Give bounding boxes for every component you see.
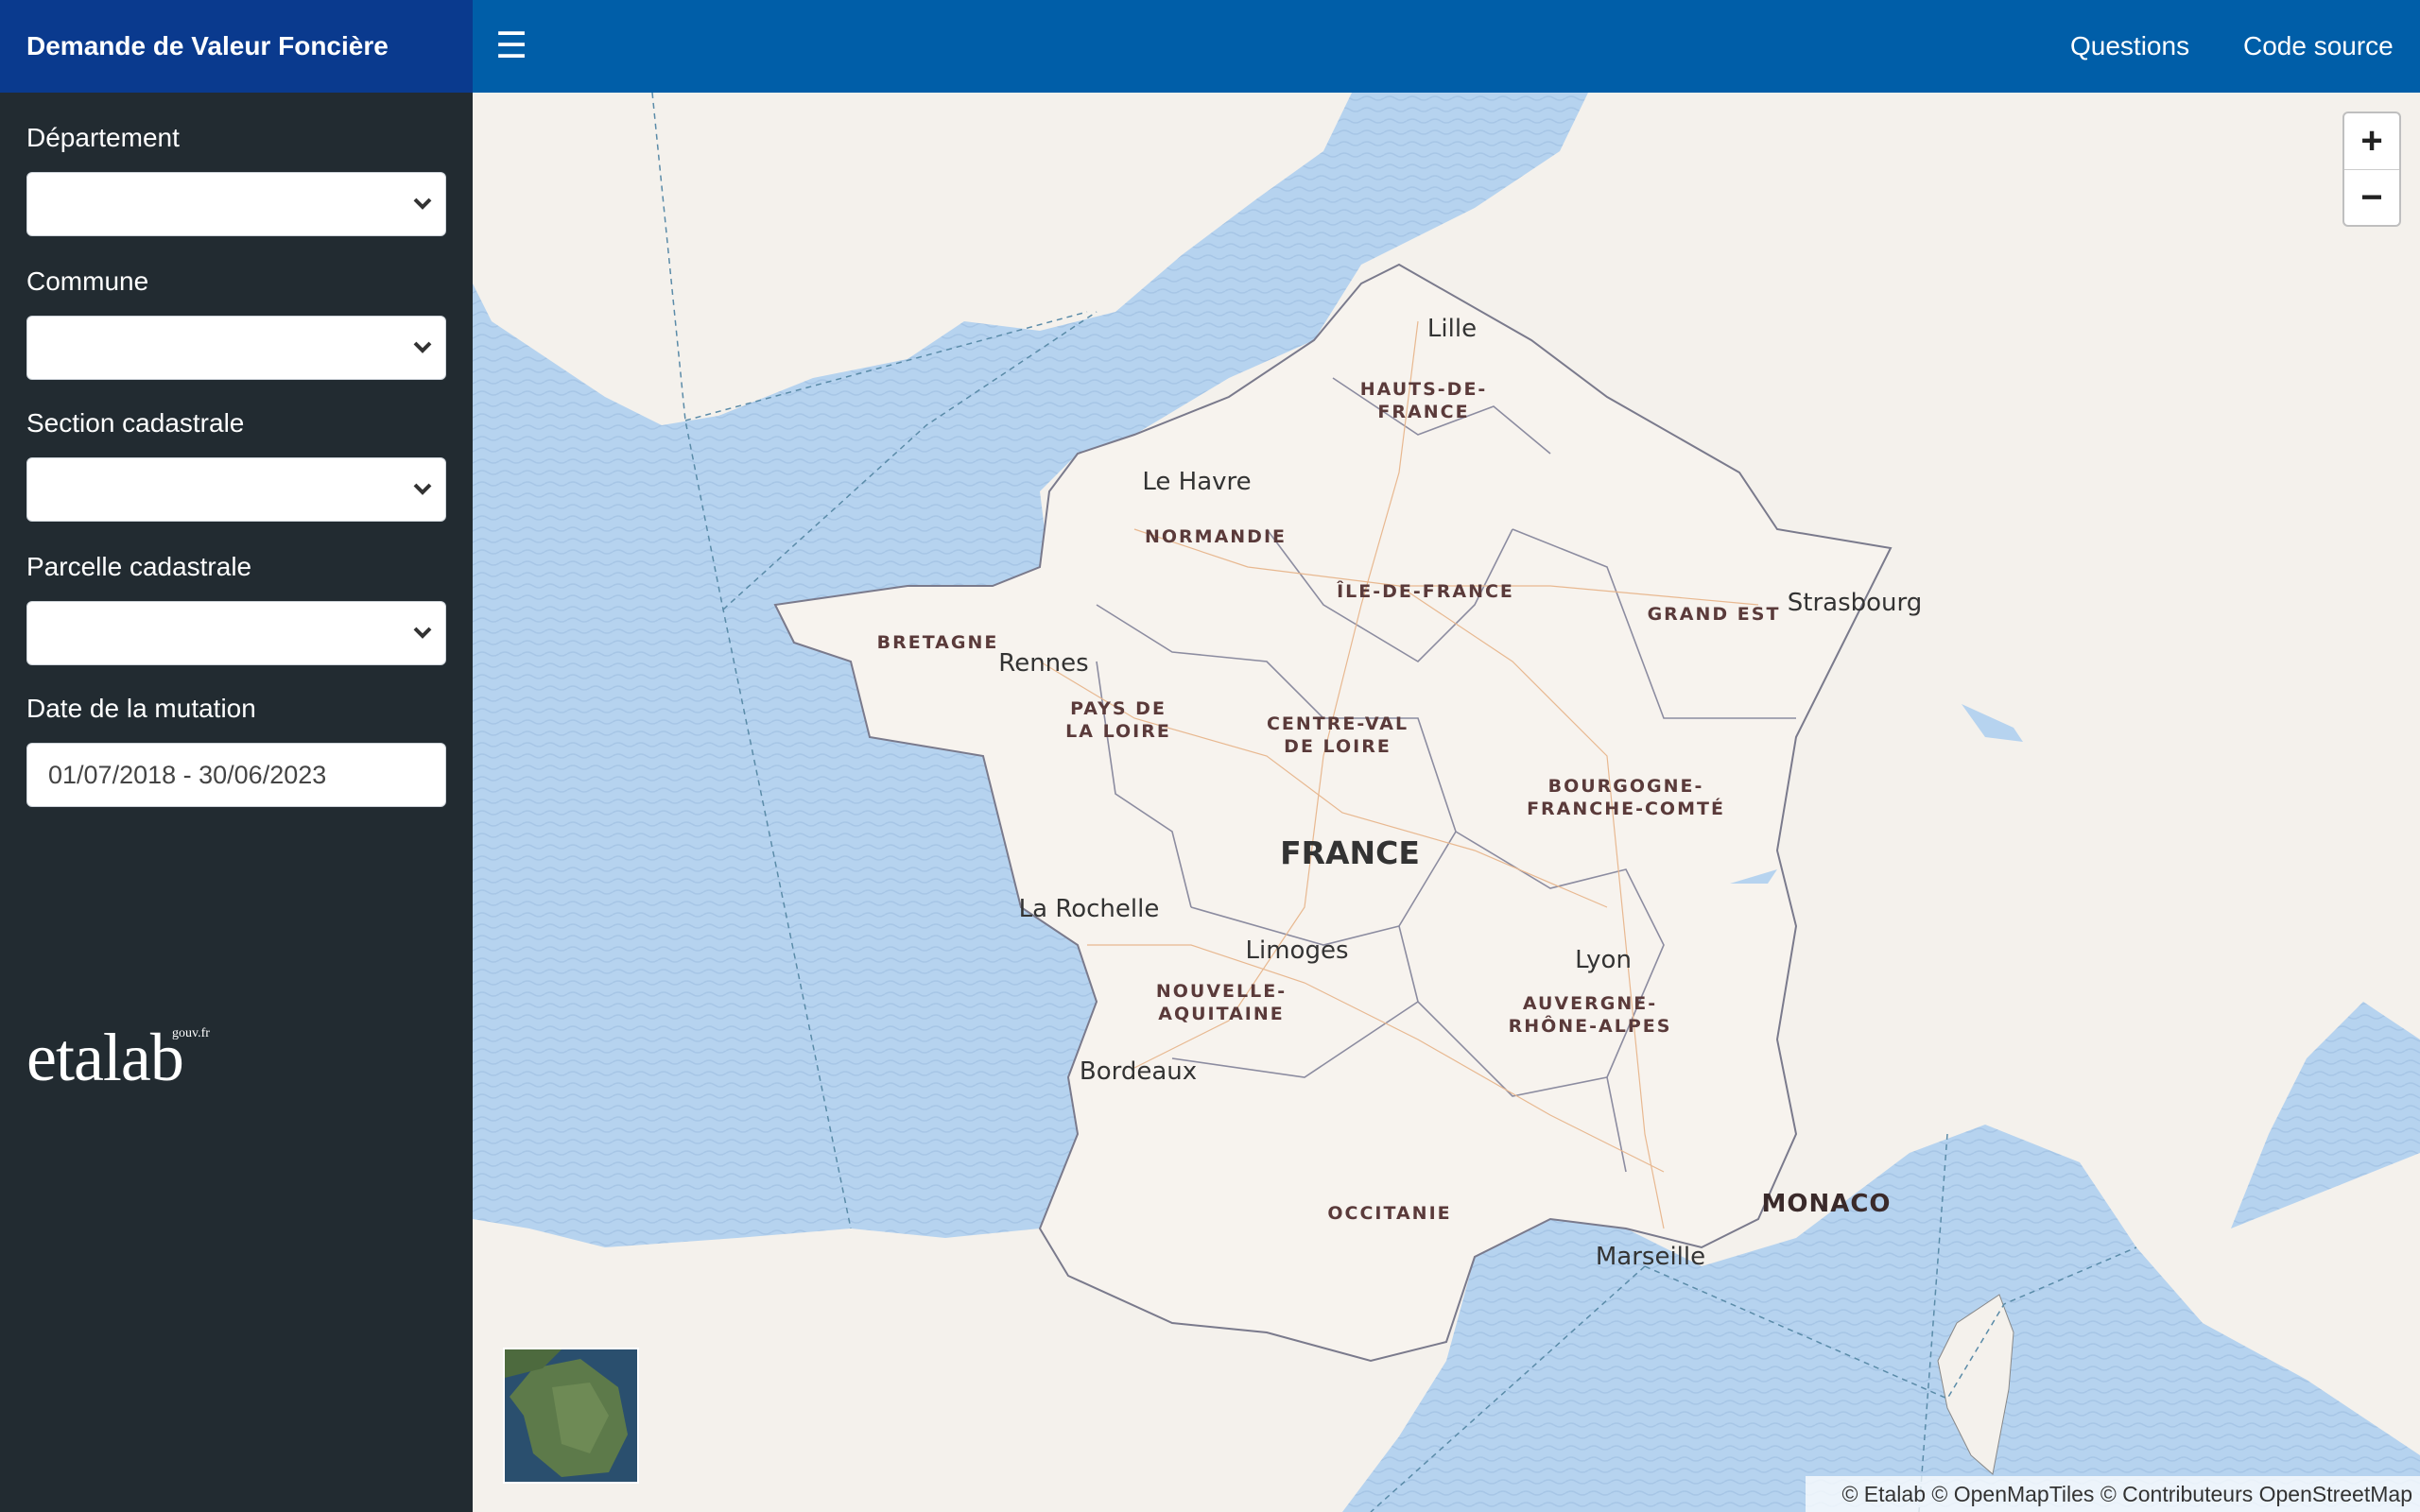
chevron-down-icon <box>413 627 432 639</box>
region-label: FRANCHE-COMTÉ <box>1527 798 1725 819</box>
zoom-in-button[interactable]: + <box>2344 113 2399 170</box>
city-label: Rennes <box>998 649 1088 678</box>
chevron-down-icon <box>413 483 432 495</box>
etalab-logo-text: etalab <box>26 1020 184 1095</box>
country-label: FRANCE <box>1280 834 1420 871</box>
departement-label: Département <box>26 123 180 152</box>
parcelle-cadastrale-label: Parcelle cadastrale <box>26 552 252 581</box>
satellite-layer-toggle[interactable] <box>503 1348 639 1484</box>
etalab-logo[interactable]: etalab gouv.fr <box>26 1019 210 1097</box>
region-label: FRANCE <box>1377 402 1469 422</box>
app-title[interactable]: Demande de Valeur Foncière <box>0 0 473 93</box>
satellite-thumbnail <box>505 1349 637 1482</box>
city-label: Le Havre <box>1142 468 1251 496</box>
map-attribution[interactable]: © Etalab © OpenMapTiles © Contributeurs … <box>1806 1476 2420 1512</box>
region-label: CENTRE-VAL <box>1267 713 1409 734</box>
region-label: DE LOIRE <box>1284 736 1392 757</box>
top-navbar: Demande de Valeur Foncière ☰ Questions C… <box>0 0 2420 93</box>
region-label: GRAND EST <box>1648 604 1781 625</box>
city-label: Strasbourg <box>1788 589 1923 617</box>
departement-select[interactable] <box>26 172 446 236</box>
region-label: RHÔNE-ALPES <box>1509 1014 1672 1037</box>
region-label: LA LOIRE <box>1065 721 1171 742</box>
region-label: AUVERGNE- <box>1523 993 1657 1014</box>
parcelle-cadastrale-select[interactable] <box>26 601 446 665</box>
city-label: Bordeaux <box>1080 1057 1197 1086</box>
basemap: HAUTS-DE- FRANCE NORMANDIE ÎLE-DE-FRANCE… <box>473 93 2420 1512</box>
commune-select[interactable] <box>26 316 446 380</box>
etalab-logo-suffix: gouv.fr <box>172 1026 210 1040</box>
region-label: BOURGOGNE- <box>1548 776 1704 797</box>
hamburger-icon[interactable]: ☰ <box>495 0 527 93</box>
sidebar: Département Commune Section cadastrale P… <box>0 93 473 1512</box>
region-label: NOUVELLE- <box>1156 981 1287 1002</box>
region-label: OCCITANIE <box>1327 1203 1451 1224</box>
nav-link-code-source[interactable]: Code source <box>2243 0 2394 93</box>
zoom-control: + − <box>2342 112 2401 227</box>
section-cadastrale-select[interactable] <box>26 457 446 522</box>
region-label: BRETAGNE <box>877 632 999 653</box>
nav-link-questions[interactable]: Questions <box>2070 0 2189 93</box>
chevron-down-icon <box>413 198 432 210</box>
city-label: Lyon <box>1575 946 1632 974</box>
date-mutation-input[interactable]: 01/07/2018 - 30/06/2023 <box>26 743 446 807</box>
chevron-down-icon <box>413 341 432 353</box>
city-label: Limoges <box>1246 936 1349 965</box>
date-mutation-label: Date de la mutation <box>26 694 256 723</box>
region-label: HAUTS-DE- <box>1360 379 1488 400</box>
city-label: Marseille <box>1596 1243 1705 1271</box>
region-label: ÎLE-DE-FRANCE <box>1337 580 1514 602</box>
map-canvas[interactable]: HAUTS-DE- FRANCE NORMANDIE ÎLE-DE-FRANCE… <box>473 93 2420 1512</box>
monaco-label: MONACO <box>1761 1190 1891 1218</box>
city-label: Lille <box>1427 315 1477 343</box>
region-label: AQUITAINE <box>1158 1004 1285 1024</box>
zoom-out-button[interactable]: − <box>2344 170 2399 226</box>
commune-label: Commune <box>26 266 149 296</box>
region-label: PAYS DE <box>1070 698 1167 719</box>
city-label: La Rochelle <box>1019 895 1160 923</box>
region-label: NORMANDIE <box>1145 526 1287 547</box>
section-cadastrale-label: Section cadastrale <box>26 408 245 438</box>
